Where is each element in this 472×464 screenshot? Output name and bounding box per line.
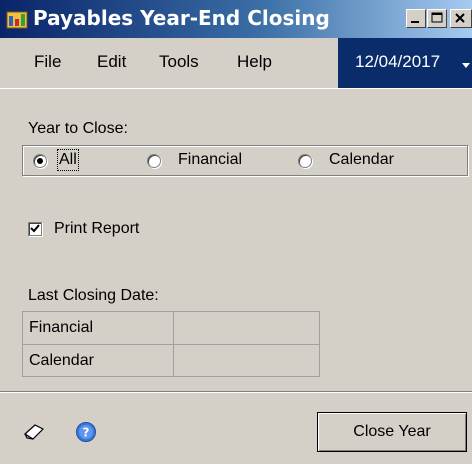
menu-help[interactable]: Help	[237, 52, 272, 72]
grid-value-financial	[173, 312, 319, 344]
grid-label-financial: Financial	[29, 319, 94, 336]
menu-bar: File Edit Tools Help 12/04/2017	[0, 38, 472, 89]
user-date-text: 12/04/2017	[355, 52, 441, 71]
grid-row-calendar: Calendar	[23, 345, 319, 377]
menu-file[interactable]: File	[34, 52, 61, 72]
window-title: Payables Year-End Closing	[33, 6, 330, 30]
menu-edit[interactable]: Edit	[97, 52, 126, 72]
year-to-close-label: Year to Close:	[28, 120, 128, 137]
radio-all-label[interactable]: All	[57, 149, 79, 171]
title-bar[interactable]: Payables Year-End Closing	[0, 0, 472, 38]
maximize-button[interactable]	[427, 9, 447, 28]
chevron-down-icon[interactable]	[462, 58, 470, 76]
close-window-button[interactable]	[450, 9, 472, 28]
year-to-close-group: All Financial Calendar	[22, 145, 468, 176]
radio-selected-dot	[37, 158, 43, 164]
last-closing-date-label: Last Closing Date:	[28, 287, 159, 304]
grid-row-financial: Financial	[23, 312, 319, 344]
last-closing-grid: Financial Calendar	[22, 311, 320, 377]
radio-financial[interactable]	[147, 154, 161, 168]
radio-all[interactable]	[33, 154, 47, 168]
close-year-label: Close Year	[353, 423, 431, 440]
grid-value-calendar	[173, 345, 319, 377]
grid-label-calendar: Calendar	[29, 352, 94, 369]
help-icon[interactable]: ?	[75, 421, 97, 448]
footer-separator	[0, 391, 472, 393]
app-icon[interactable]	[6, 8, 28, 30]
note-icon[interactable]	[22, 422, 46, 447]
check-icon	[30, 224, 40, 233]
radio-calendar[interactable]	[298, 154, 312, 168]
user-date[interactable]: 12/04/2017	[338, 38, 472, 89]
svg-text:?: ?	[83, 426, 90, 440]
print-report-checkbox[interactable]	[28, 222, 42, 236]
menu-separator	[0, 88, 472, 89]
minimize-button[interactable]	[406, 9, 426, 28]
radio-financial-label[interactable]: Financial	[178, 151, 242, 169]
print-report-label[interactable]: Print Report	[54, 220, 139, 238]
close-year-button[interactable]: Close Year	[317, 412, 467, 452]
menu-tools[interactable]: Tools	[159, 52, 199, 72]
radio-calendar-label[interactable]: Calendar	[329, 151, 394, 169]
